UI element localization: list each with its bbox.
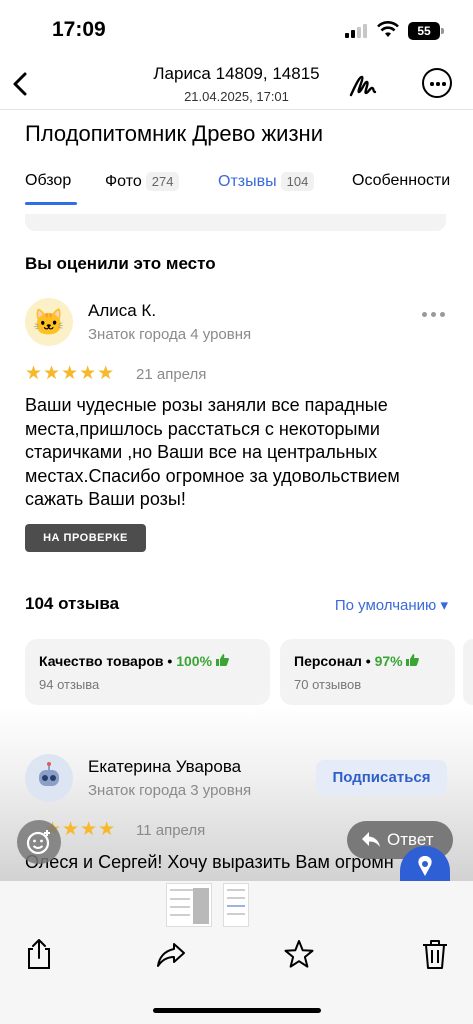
aspect-title: Качество товаров • 100%: [39, 653, 256, 669]
map-pin-icon[interactable]: [400, 846, 450, 882]
reviews-count: 104 отзыва: [25, 594, 120, 613]
review-author-level: Знаток города 4 уровня: [88, 326, 252, 343]
share-icon[interactable]: [24, 938, 54, 970]
aspect-card-quality[interactable]: Качество товаров • 100% 94 отзыва: [25, 639, 270, 705]
avatar[interactable]: 🐱: [25, 298, 73, 346]
star-icon[interactable]: [284, 938, 314, 970]
battery-tip: [441, 28, 444, 34]
aspect-card-next[interactable]: [463, 639, 473, 705]
aspect-percent: 97%: [374, 653, 403, 669]
tab-bar: Обзор Фото 274 Отзывы 104 Особенности: [25, 172, 473, 208]
rating-stars: ★★★★★: [25, 363, 116, 384]
cellular-signal-icon: [345, 24, 369, 38]
aspect-review-count: 94 отзыва: [39, 677, 100, 692]
aspect-percent: 100%: [176, 653, 213, 669]
forward-icon[interactable]: [156, 938, 186, 970]
review-author-name[interactable]: Екатерина Уварова: [88, 757, 241, 777]
more-options-icon[interactable]: [422, 68, 452, 98]
subscribe-button[interactable]: Подписаться: [316, 760, 447, 796]
collapsed-section-strip: [25, 214, 446, 231]
tab-reviews-count: 104: [280, 172, 315, 191]
tab-photos-label: Фото: [105, 173, 142, 190]
header-title: Лариса 14809, 14815: [153, 64, 320, 83]
review-menu-icon[interactable]: [422, 312, 446, 318]
thumbs-up-icon: [215, 653, 229, 669]
review-date: 21 апреля: [136, 366, 207, 383]
aspect-card-staff[interactable]: Персонал • 97% 70 отзывов: [280, 639, 455, 705]
tab-photos-count: 274: [145, 172, 180, 191]
nav-header: Лариса 14809, 14815 21.04.2025, 17:01: [0, 58, 473, 110]
tab-photos[interactable]: Фото 274: [105, 172, 180, 191]
thumbnail-next[interactable]: [223, 883, 249, 927]
tab-reviews[interactable]: Отзывы 104: [218, 172, 315, 191]
reply-arrow-icon: [362, 832, 380, 847]
tab-overview-label: Обзор: [25, 172, 72, 189]
status-badge: НА ПРОВЕРКЕ: [25, 524, 146, 552]
thumbs-up-icon: [406, 653, 420, 669]
sort-dropdown[interactable]: По умолчанию ▾: [335, 596, 448, 614]
review-author-name[interactable]: Алиса К.: [88, 301, 156, 321]
robot-icon: [39, 762, 59, 786]
my-rating-heading: Вы оценили это место: [25, 254, 216, 273]
review-text: Ваши чудесные розы заняли все парадные м…: [25, 395, 400, 509]
viewer-toolbar: [0, 881, 473, 1024]
active-tab-indicator: [25, 202, 77, 205]
tab-features-label: Особенности: [352, 172, 451, 189]
review-author-level: Знаток города 3 уровня: [88, 782, 252, 799]
trash-icon[interactable]: [420, 938, 450, 970]
organization-name: Плодопитомник Древо жизни: [25, 121, 323, 146]
home-indicator: [153, 1008, 321, 1013]
emoji-icon[interactable]: [17, 820, 61, 864]
aspect-review-count: 70 отзывов: [294, 677, 362, 692]
header-subtitle: 21.04.2025, 17:01: [184, 89, 289, 104]
tab-overview[interactable]: Обзор: [25, 172, 71, 190]
tab-features[interactable]: Особенности: [352, 172, 450, 190]
aspect-name: Качество товаров •: [39, 653, 177, 669]
avatar[interactable]: [25, 754, 73, 802]
aspect-title: Персонал • 97%: [294, 653, 441, 669]
battery-icon: 55: [408, 22, 440, 40]
review-date: 11 апреля: [136, 822, 206, 839]
tab-reviews-label: Отзывы: [218, 173, 277, 190]
aspect-name: Персонал •: [294, 653, 375, 669]
status-bar: 17:09 55: [0, 0, 473, 58]
thumbnail-current[interactable]: [166, 883, 212, 927]
status-time: 17:09: [52, 18, 106, 41]
markup-pen-icon[interactable]: [348, 70, 380, 100]
wifi-icon: [377, 21, 399, 37]
